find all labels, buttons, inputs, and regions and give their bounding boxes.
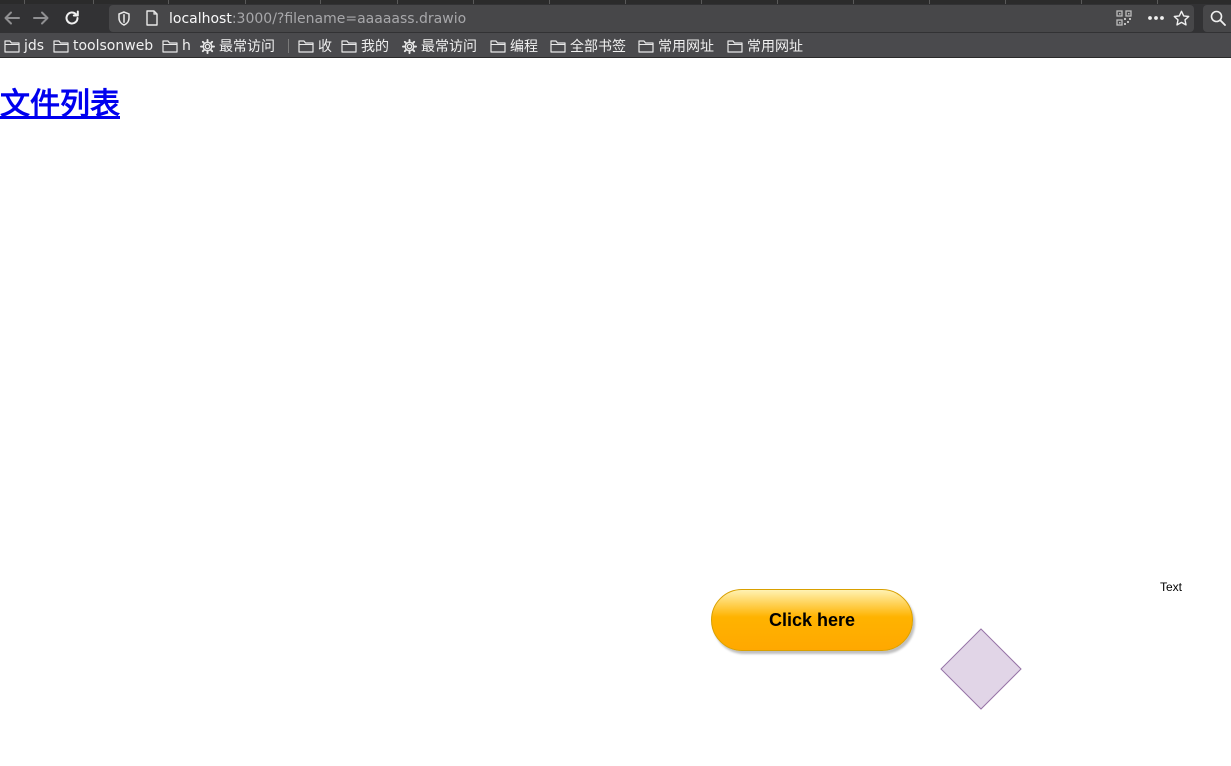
- folder-icon: [550, 40, 566, 53]
- bookmarks-toolbar: jds toolsonweb h 最常访问 收 我的 最常访问 编程 全部书签 …: [0, 33, 1231, 58]
- bookmark-item[interactable]: toolsonweb: [53, 36, 153, 56]
- tracking-shield-icon[interactable]: [115, 9, 133, 27]
- bookmark-label: h: [182, 38, 191, 54]
- bookmark-item[interactable]: h: [162, 36, 191, 56]
- gear-icon: [200, 38, 215, 54]
- page-info-icon[interactable]: [143, 9, 161, 27]
- bookmark-label: 常用网址: [658, 39, 714, 55]
- navigation-toolbar: localhost:3000/?filename=aaaaass.drawio: [0, 4, 1231, 33]
- url-text[interactable]: localhost:3000/?filename=aaaaass.drawio: [169, 9, 466, 29]
- bookmark-item[interactable]: 我的: [341, 36, 389, 56]
- bookmark-item[interactable]: 最常访问: [200, 36, 275, 56]
- search-box[interactable]: [1203, 5, 1231, 32]
- bookmark-item[interactable]: jds: [4, 36, 44, 56]
- bookmark-item[interactable]: 全部书签: [550, 36, 626, 56]
- url-host: localhost: [169, 11, 232, 27]
- folder-icon: [53, 40, 69, 53]
- url-path: :3000/?filename=aaaaass.drawio: [231, 11, 467, 27]
- folder-icon: [727, 40, 743, 53]
- bookmark-label: toolsonweb: [73, 38, 154, 54]
- gear-icon: [402, 38, 417, 54]
- bookmark-item[interactable]: 常用网址: [638, 36, 714, 56]
- bookmark-star-icon[interactable]: [1172, 9, 1190, 27]
- bookmark-separator: [288, 39, 289, 53]
- bookmark-label: 最常访问: [219, 39, 275, 55]
- folder-icon: [638, 40, 654, 53]
- address-bar[interactable]: localhost:3000/?filename=aaaaass.drawio: [109, 5, 1194, 32]
- bookmark-item[interactable]: 收: [298, 36, 332, 56]
- bookmark-label: 最常访问: [421, 39, 477, 55]
- back-arrow-icon[interactable]: [0, 6, 24, 30]
- folder-icon: [162, 40, 178, 53]
- bookmark-item[interactable]: 常用网址: [727, 36, 803, 56]
- bookmark-label: jds: [24, 38, 45, 54]
- file-list-link[interactable]: 文件列表: [0, 86, 120, 124]
- bookmark-item[interactable]: 编程: [490, 36, 538, 56]
- diamond-shape: [940, 628, 1022, 710]
- bookmark-label: 常用网址: [747, 39, 803, 55]
- bookmark-item[interactable]: 最常访问: [402, 36, 477, 56]
- qr-code-icon[interactable]: [1115, 9, 1133, 27]
- folder-icon: [490, 40, 506, 53]
- forward-arrow-icon[interactable]: [29, 6, 53, 30]
- folder-icon: [4, 40, 20, 53]
- bookmark-label: 全部书签: [570, 39, 626, 55]
- more-dots-icon[interactable]: [1147, 9, 1165, 27]
- folder-icon: [298, 40, 314, 53]
- search-icon[interactable]: [1209, 9, 1227, 27]
- reload-icon[interactable]: [60, 6, 84, 30]
- bookmark-label: 收: [318, 39, 332, 55]
- diagram-text-label: Text: [1160, 580, 1183, 594]
- folder-icon: [341, 40, 357, 53]
- bookmark-label: 编程: [510, 39, 538, 55]
- bookmark-label: 我的: [361, 39, 389, 55]
- click-here-button[interactable]: Click here: [711, 589, 913, 651]
